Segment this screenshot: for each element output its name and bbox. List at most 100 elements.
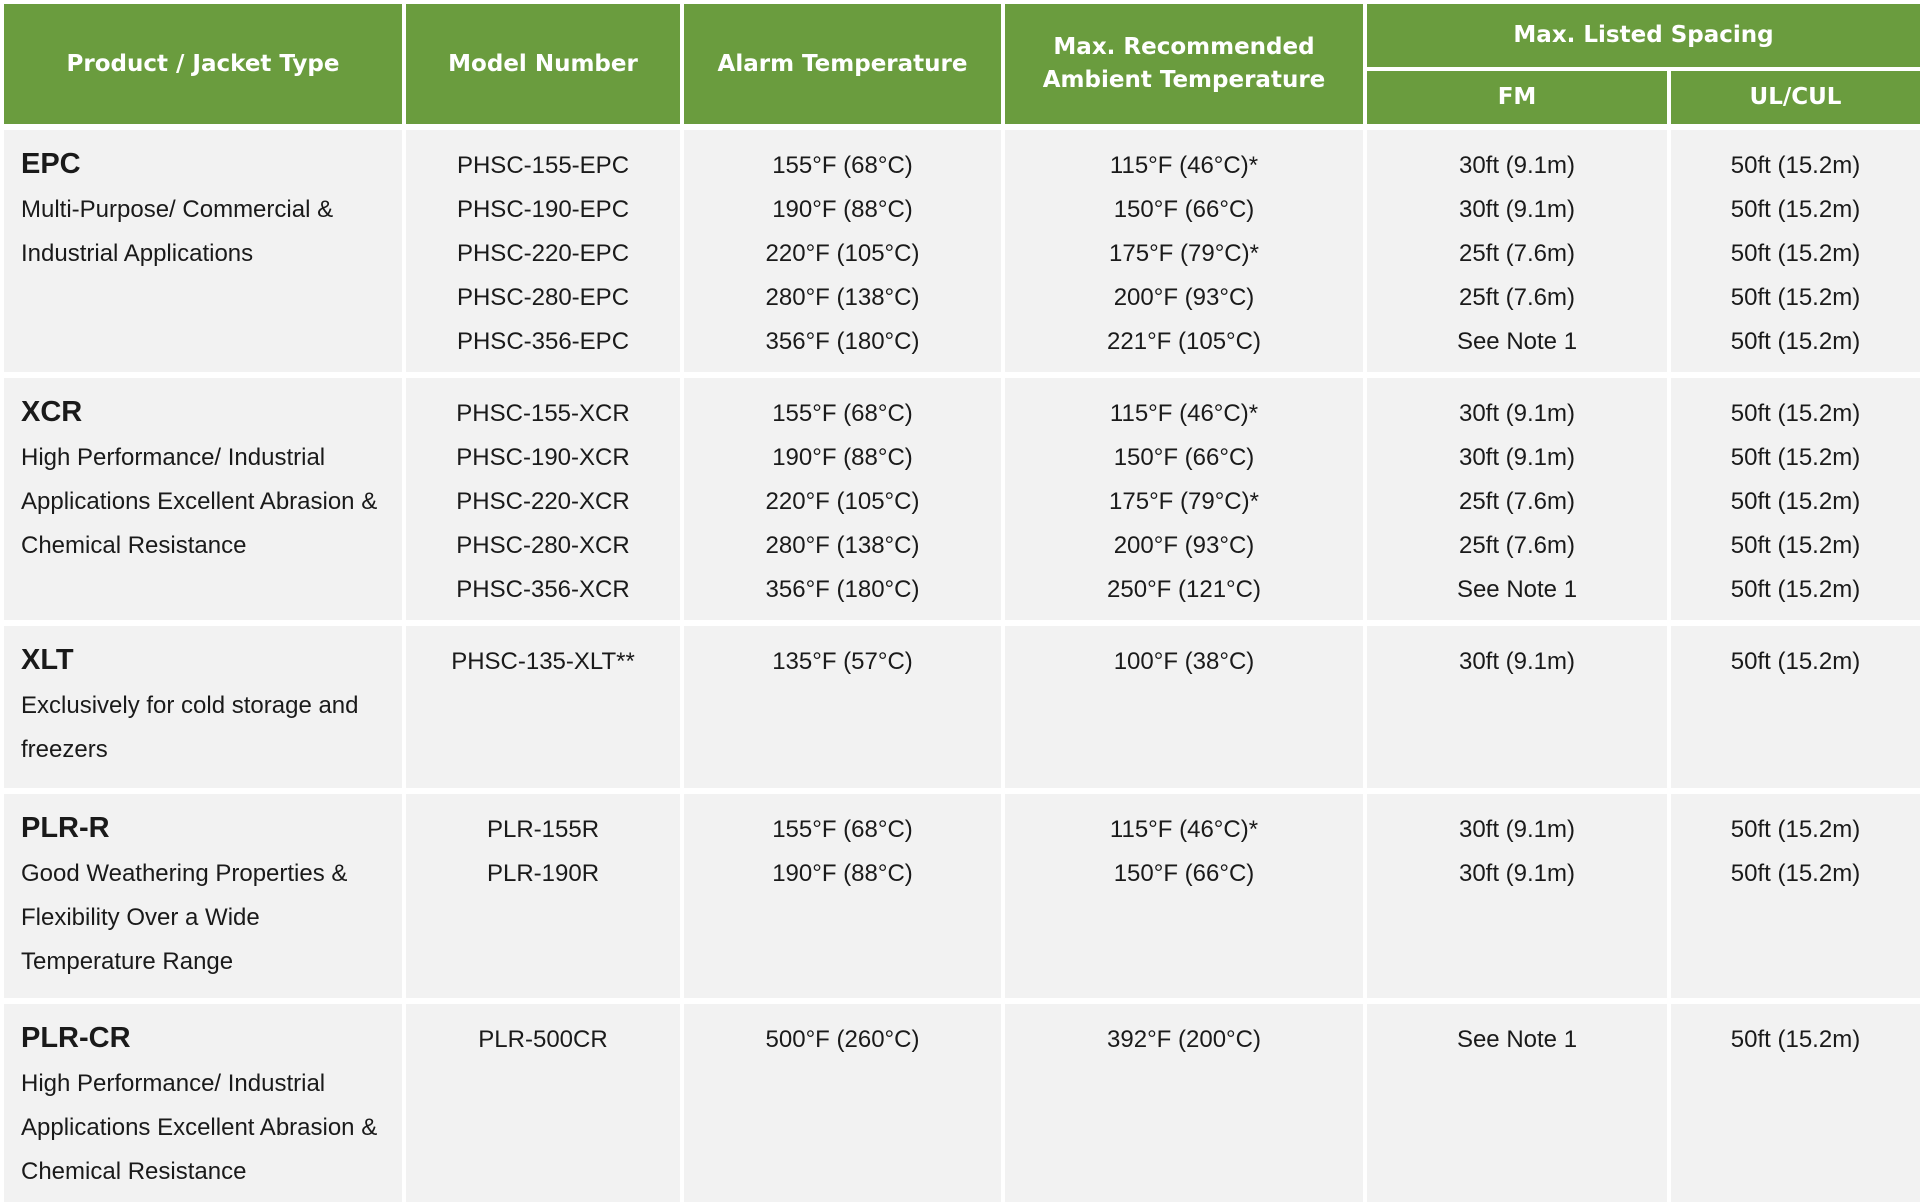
header-ambient: Max. Recommended Ambient Temperature <box>1001 0 1367 129</box>
model-number: PHSC-356-EPC <box>456 328 630 355</box>
model-cell: PHSC-135-XLT** <box>402 620 684 791</box>
header-ul: UL/CUL <box>1667 67 1920 129</box>
ambient-temperature: 115°F (46°C)* <box>1109 400 1259 427</box>
product-description-line: Good Weathering Properties & <box>21 860 348 887</box>
ambient-cell: 115°F (46°C)* 150°F (66°C) <box>1001 788 1367 1001</box>
product-description-line: Industrial Applications <box>21 240 254 267</box>
product-description-line: High Performance/ Industrial <box>21 444 326 471</box>
fm-spacing: See Note 1 <box>1456 328 1578 355</box>
model-number: PHSC-220-XCR <box>456 488 630 515</box>
fm-spacing: 30ft (9.1m) <box>1458 648 1576 675</box>
alarm-temperature: 356°F (180°C) <box>765 328 920 355</box>
table-row: PLR-CR High Performance/ Industrial Applic… <box>0 998 1920 1202</box>
alarm-temperature: 220°F (105°C) <box>765 240 920 267</box>
model-number: PHSC-155-EPC <box>456 152 630 179</box>
fm-spacing: 30ft (9.1m) <box>1458 152 1576 179</box>
fm-spacing: 25ft (7.6m) <box>1458 488 1576 515</box>
alarm-temperature: 190°F (88°C) <box>772 860 913 887</box>
product-description: High Performance/ Industrial Applications… <box>21 436 392 568</box>
model-number: PLR-190R <box>486 860 600 887</box>
header-alarm: Alarm Temperature <box>680 0 1005 129</box>
ambient-cell: 100°F (38°C) <box>1001 620 1367 791</box>
ambient-temperature: 221°F (105°C) <box>1107 328 1261 355</box>
alarm-temperature: 356°F (180°C) <box>765 576 920 603</box>
ambient-cell: 392°F (200°C) <box>1001 998 1367 1202</box>
header-row: Product / Jacket Type Model Number Alarm… <box>0 0 1920 129</box>
ul-spacing: 50ft (15.2m) <box>1730 152 1861 179</box>
product-name: PLR-CR <box>21 1022 131 1054</box>
model-number: PHSC-155-XCR <box>456 400 630 427</box>
product-cell: XLT Exclusively for cold storage and freez… <box>0 620 406 791</box>
ambient-temperature: 392°F (200°C) <box>1107 1026 1261 1053</box>
header-spacing: Max. Listed Spacing <box>1363 0 1920 71</box>
model-number: PHSC-190-XCR <box>456 444 630 471</box>
ul-spacing: 50ft (15.2m) <box>1730 284 1861 311</box>
ul-cell: 50ft (15.2m) <box>1667 620 1920 791</box>
ul-spacing: 50ft (15.2m) <box>1730 1026 1861 1053</box>
product-description: Good Weathering Properties & Flexibility … <box>21 852 392 984</box>
model-number: PHSC-135-XLT** <box>451 648 635 675</box>
model-cell: PLR-155R PLR-190R <box>402 788 684 1001</box>
ambient-temperature: 150°F (66°C) <box>1113 196 1255 223</box>
spec-table: Product / Jacket Type Model Number Alarm… <box>0 0 1920 1202</box>
alarm-cell: 500°F (260°C) <box>680 998 1005 1202</box>
ambient-temperature: 200°F (93°C) <box>1113 284 1255 311</box>
product-cell: EPC Multi-Purpose/ Commercial & Industrial… <box>0 124 406 375</box>
fm-spacing: 30ft (9.1m) <box>1458 196 1576 223</box>
product-description-line: High Performance/ Industrial <box>21 1070 326 1097</box>
ul-spacing: 50ft (15.2m) <box>1730 328 1861 355</box>
alarm-temperature: 500°F (260°C) <box>765 1026 920 1053</box>
fm-spacing: 25ft (7.6m) <box>1458 532 1576 559</box>
ul-spacing: 50ft (15.2m) <box>1730 816 1861 843</box>
model-number: PHSC-190-EPC <box>456 196 630 223</box>
fm-spacing: See Note 1 <box>1456 1026 1578 1053</box>
header-ambient-line2: Ambient Temperature <box>1042 67 1326 93</box>
fm-spacing: 30ft (9.1m) <box>1458 816 1576 843</box>
model-cell: PLR-500CR <box>402 998 684 1202</box>
product-name: PLR-R <box>21 812 110 844</box>
product-description: Multi-Purpose/ Commercial & Industrial Ap… <box>21 188 392 276</box>
table-body: EPC Multi-Purpose/ Commercial & Industrial… <box>0 124 1920 1202</box>
ul-spacing: 50ft (15.2m) <box>1730 196 1861 223</box>
ambient-temperature: 150°F (66°C) <box>1113 444 1255 471</box>
product-description: High Performance/ Industrial Applications… <box>21 1062 392 1194</box>
table-row: EPC Multi-Purpose/ Commercial & Industrial… <box>0 124 1920 375</box>
ambient-temperature: 175°F (79°C)* <box>1109 488 1259 515</box>
ul-spacing: 50ft (15.2m) <box>1730 860 1861 887</box>
alarm-temperature: 135°F (57°C) <box>772 648 913 675</box>
product-name: XLT <box>21 644 74 676</box>
product-description-line: Applications Excellent Abrasion & <box>21 1114 378 1141</box>
model-number: PHSC-280-XCR <box>456 532 630 559</box>
ambient-temperature: 200°F (93°C) <box>1113 532 1255 559</box>
product-description-line: Multi-Purpose/ Commercial & <box>21 196 334 223</box>
product-description: Exclusively for cold storage and freezers <box>21 684 392 772</box>
alarm-temperature: 155°F (68°C) <box>772 816 913 843</box>
product-description-line: Exclusively for cold storage and <box>21 692 359 719</box>
table-row: PLR-R Good Weathering Properties & Flexibi… <box>0 788 1920 1001</box>
alarm-cell: 155°F (68°C) 190°F (88°C) 220°F (105°C) 280… <box>680 372 1005 623</box>
model-number: PHSC-356-XCR <box>456 576 630 603</box>
header-model: Model Number <box>402 0 684 129</box>
header-fm: FM <box>1363 67 1671 129</box>
ul-spacing: 50ft (15.2m) <box>1730 576 1861 603</box>
fm-cell: 30ft (9.1m) 30ft (9.1m) 25ft (7.6m) 25ft (7… <box>1363 372 1671 623</box>
ul-spacing: 50ft (15.2m) <box>1730 240 1861 267</box>
product-description-line: Chemical Resistance <box>21 532 247 559</box>
product-cell: PLR-CR High Performance/ Industrial Applic… <box>0 998 406 1202</box>
alarm-cell: 155°F (68°C) 190°F (88°C) 220°F (105°C) 280… <box>680 124 1005 375</box>
model-number: PHSC-280-EPC <box>456 284 630 311</box>
fm-cell: 30ft (9.1m) 30ft (9.1m) <box>1363 788 1671 1001</box>
product-cell: XCR High Performance/ Industrial Applicati… <box>0 372 406 623</box>
ul-spacing: 50ft (15.2m) <box>1730 400 1861 427</box>
product-cell: PLR-R Good Weathering Properties & Flexibi… <box>0 788 406 1001</box>
ambient-temperature: 100°F (38°C) <box>1113 648 1255 675</box>
product-description-line: Chemical Resistance <box>21 1158 247 1185</box>
ul-spacing: 50ft (15.2m) <box>1730 648 1861 675</box>
ul-cell: 50ft (15.2m) 50ft (15.2m) 50ft (15.2m) 50ft… <box>1667 124 1920 375</box>
alarm-cell: 135°F (57°C) <box>680 620 1005 791</box>
model-cell: PHSC-155-XCR PHSC-190-XCR PHSC-220-XCR PHSC… <box>402 372 684 623</box>
header-ambient-line1: Max. Recommended <box>1053 34 1315 60</box>
ul-cell: 50ft (15.2m) <box>1667 998 1920 1202</box>
alarm-temperature: 190°F (88°C) <box>772 444 913 471</box>
table-row: XCR High Performance/ Industrial Applicati… <box>0 372 1920 623</box>
